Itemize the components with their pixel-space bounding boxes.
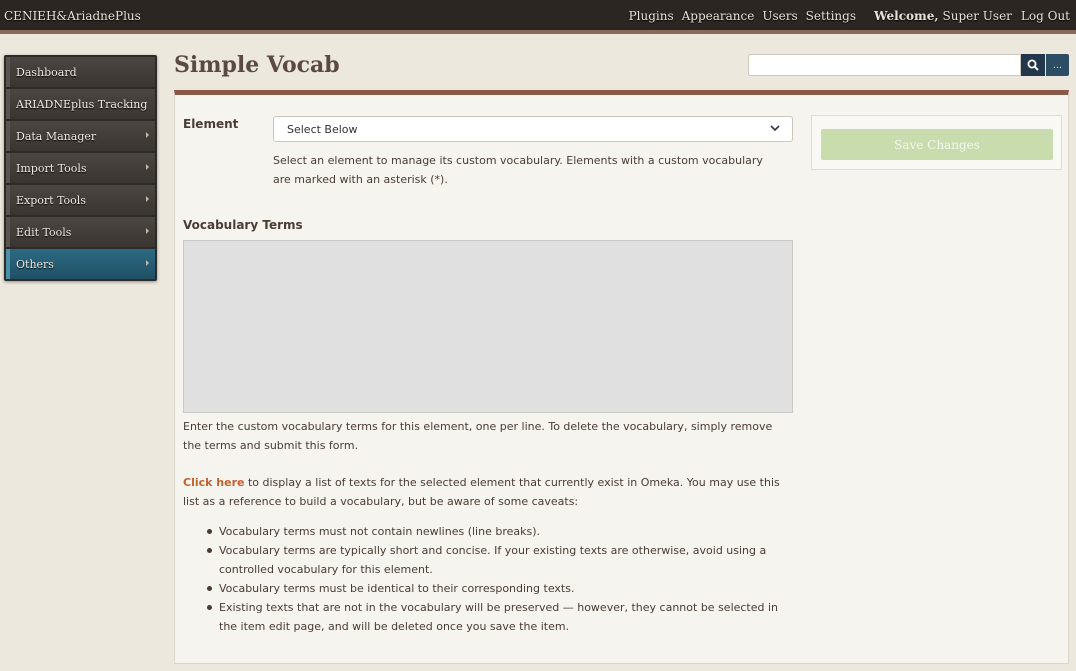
sidebar-item-label: ARIADNEplus Tracking [16,98,148,111]
caveats-list: Vocabulary terms must not contain newlin… [205,522,795,636]
sidebar-item-others[interactable]: Others [6,249,155,279]
sidebar-item-label: Import Tools [16,162,87,175]
vocabulary-terms-label: Vocabulary Terms [183,218,303,232]
element-label: Element [183,117,239,131]
nav-plugins[interactable]: Plugins [629,9,674,23]
site-title[interactable]: CENIEH&AriadnePlus [4,9,141,23]
list-item: Vocabulary terms must not contain newlin… [205,522,795,541]
search-icon [1027,59,1039,71]
element-select-value: Select Below [287,123,358,136]
element-select[interactable]: Select Below [273,116,793,142]
save-changes-button[interactable]: Save Changes [821,129,1053,160]
sidebar-item-ariadneplus-tracking[interactable]: ARIADNEplus Tracking [6,89,155,119]
texts-intro-text: to display a list of texts for the selec… [183,476,780,508]
search-button[interactable] [1021,54,1045,76]
chevron-right-icon [146,196,149,202]
search-input[interactable] [748,54,1021,76]
logout-link[interactable]: Log Out [1021,9,1070,23]
sidebar-item-label: Data Manager [16,130,97,143]
top-nav: Plugins Appearance Users Settings Welcom… [629,9,1070,23]
user-name-link[interactable]: Super User [943,9,1012,23]
welcome-label: Welcome, [874,9,939,23]
sidebar: Dashboard ARIADNEplus Tracking Data Mana… [4,55,157,281]
texts-intro-paragraph: Click here to display a list of texts fo… [183,473,793,511]
nav-appearance[interactable]: Appearance [682,9,755,23]
element-help-text: Select an element to manage its custom v… [273,154,763,186]
sidebar-item-edit-tools[interactable]: Edit Tools [6,217,155,247]
list-item: Vocabulary terms must be identical to th… [205,579,795,598]
save-panel: Save Changes [811,115,1062,170]
chevron-right-icon [146,260,149,266]
top-bar: CENIEH&AriadnePlus Plugins Appearance Us… [0,0,1076,34]
sidebar-item-import-tools[interactable]: Import Tools [6,153,155,183]
sidebar-item-label: Dashboard [16,66,77,79]
nav-settings[interactable]: Settings [806,9,856,23]
sidebar-item-label: Edit Tools [16,226,72,239]
sidebar-item-label: Export Tools [16,194,86,207]
nav-users[interactable]: Users [762,9,797,23]
click-here-link[interactable]: Click here [183,476,244,489]
sidebar-item-dashboard[interactable]: Dashboard [6,57,155,87]
sidebar-item-data-manager[interactable]: Data Manager [6,121,155,151]
chevron-down-icon [770,125,780,132]
main-panel: Element Select Below Select an element t… [174,90,1069,664]
chevron-right-icon [146,132,149,138]
vocabulary-terms-help-text: Enter the custom vocabulary terms for th… [183,420,773,452]
advanced-search-button[interactable]: ... [1046,54,1069,76]
chevron-right-icon [146,228,149,234]
sidebar-item-label: Others [16,258,54,271]
page-title: Simple Vocab [174,52,340,78]
list-item: Vocabulary terms are typically short and… [205,541,795,579]
sidebar-item-export-tools[interactable]: Export Tools [6,185,155,215]
chevron-right-icon [146,164,149,170]
list-item: Existing texts that are not in the vocab… [205,598,795,636]
vocabulary-terms-textarea[interactable] [183,240,793,413]
